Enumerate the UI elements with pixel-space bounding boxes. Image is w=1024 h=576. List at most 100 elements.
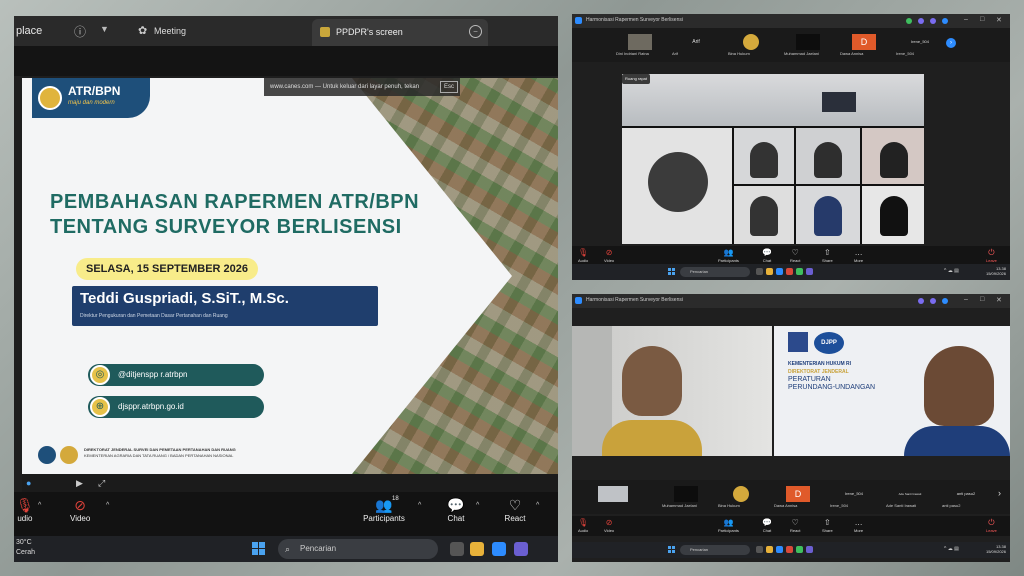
next-page-icon[interactable]: › <box>998 488 1001 498</box>
zoom-app-icon[interactable] <box>492 542 506 556</box>
share-button[interactable]: ⇧ Share <box>822 518 833 533</box>
windows-start-icon[interactable] <box>668 268 676 276</box>
video-options-caret[interactable]: ^ <box>106 502 109 509</box>
thumbnail-tile[interactable]: Muhammad Jaelani <box>780 34 830 56</box>
participants-button[interactable]: 👥 Participants <box>718 248 739 263</box>
maximize-icon[interactable]: □ <box>980 296 984 303</box>
playback-dot-icon[interactable]: ● <box>26 478 31 488</box>
video-button[interactable]: ⊘ Video <box>70 496 90 523</box>
thumbnail-tile[interactable]: Ade Santi Irawati Ade Santi Irawati <box>882 486 932 508</box>
thumbnail-tile[interactable]: Bina Hukum <box>724 34 774 56</box>
chevron-down-icon[interactable]: ▼ <box>100 24 109 34</box>
thumbnail-tile[interactable]: Arif Arif <box>668 34 718 56</box>
audio-button[interactable]: 🎙 Audio <box>578 518 588 533</box>
react-button[interactable]: ♡ React <box>790 518 800 533</box>
video-progress[interactable]: ● ▶ ⤢ <box>22 474 558 492</box>
room-video-tile[interactable]: Ruang rapat <box>622 74 924 126</box>
tab-shared-screen[interactable]: PPDPR's screen − <box>312 19 488 46</box>
chrome-app-icon[interactable] <box>786 268 793 275</box>
apps-icon[interactable] <box>930 18 936 24</box>
speaker-video-tile-left[interactable] <box>572 326 772 456</box>
more-button[interactable]: … More <box>854 518 863 533</box>
weather-widget[interactable]: 30°C Cerah <box>16 538 35 558</box>
taskbar-search-input[interactable]: Pencarian <box>680 267 750 277</box>
video-tile[interactable] <box>734 128 794 184</box>
video-button[interactable]: ⊘ Video <box>604 248 614 263</box>
chat-options-caret[interactable]: ^ <box>476 502 479 509</box>
video-tile[interactable] <box>796 186 860 244</box>
more-button[interactable]: … More <box>854 248 863 263</box>
thumbnail-tile[interactable]: anti pasu2 anti pasu2 <box>938 486 988 508</box>
participants-options-caret[interactable]: ^ <box>418 502 421 509</box>
ai-companion-icon[interactable] <box>918 18 924 24</box>
task-view-icon[interactable] <box>450 542 464 556</box>
close-icon[interactable]: ✕ <box>996 16 1002 24</box>
chat-button[interactable]: 💬 Chat <box>762 518 772 533</box>
speaker-video-tile-right[interactable]: DJPP KEMENTERIAN HUKUM RI DIREKTORAT JEN… <box>774 326 1010 456</box>
share-button[interactable]: ⇧ Share <box>822 248 833 263</box>
whatsapp-app-icon[interactable] <box>796 546 803 553</box>
react-button[interactable]: ♡ React <box>790 248 800 263</box>
whatsapp-app-icon[interactable] <box>796 268 803 275</box>
apps-icon[interactable] <box>930 298 936 304</box>
thumbnail-tile[interactable]: Dini Indriani Ratna <box>612 34 662 56</box>
file-explorer-icon[interactable] <box>766 546 773 553</box>
video-button[interactable]: ⊘ Video <box>604 518 614 533</box>
ai-companion-icon[interactable] <box>918 298 924 304</box>
expand-icon[interactable]: ⤢ <box>98 478 105 489</box>
thumbnail-tile[interactable]: D Dawa Annisa <box>770 486 820 508</box>
system-tray-icons[interactable]: ^ ☁ ▤ <box>944 268 959 274</box>
chrome-app-icon[interactable] <box>786 546 793 553</box>
task-view-icon[interactable] <box>756 546 763 553</box>
tab-meeting[interactable]: Meeting <box>154 26 186 36</box>
windows-start-icon[interactable] <box>668 546 676 554</box>
audio-options-caret[interactable]: ^ <box>38 502 41 509</box>
thumbnail-tile[interactable] <box>598 486 648 508</box>
close-icon[interactable]: − <box>469 25 482 38</box>
chat-button[interactable]: 💬 Chat <box>442 496 470 523</box>
thumbnail-tile[interactable]: Bina Hukum <box>714 486 764 508</box>
minimize-icon[interactable]: – <box>964 16 968 23</box>
audio-label: udio <box>17 514 33 523</box>
close-icon[interactable]: ✕ <box>996 296 1002 304</box>
system-tray-icons[interactable]: ^ ☁ ▤ <box>944 546 959 552</box>
react-button[interactable]: ♡ React <box>500 496 530 523</box>
video-tile[interactable] <box>862 186 924 244</box>
thumbnail-tile[interactable]: Irene_504 Irene_504 <box>826 486 876 508</box>
participants-button[interactable]: 👥 Participants <box>718 518 739 533</box>
play-icon[interactable]: ▶ <box>76 478 83 489</box>
video-tile[interactable] <box>734 186 794 244</box>
teams-app-icon[interactable] <box>514 542 528 556</box>
teams-app-icon[interactable] <box>806 268 813 275</box>
video-tile[interactable] <box>796 128 860 184</box>
thumbnail-tile[interactable]: Irene_504 Irene_504 <box>892 34 942 56</box>
zoom-app-icon[interactable] <box>776 268 783 275</box>
leave-button[interactable]: ⏻ Leave <box>986 248 997 263</box>
audio-button[interactable]: 🎙 udio <box>16 496 34 523</box>
taskbar-clock[interactable]: 13.38 15/09/2026 <box>976 266 1006 276</box>
taskbar-clock[interactable]: 13.38 15/09/2026 <box>976 544 1006 554</box>
audio-button[interactable]: 🎙 Audio <box>578 248 588 263</box>
participants-button[interactable]: 👥 18 Participants <box>354 496 414 523</box>
info-icon[interactable] <box>942 18 948 24</box>
file-explorer-icon[interactable] <box>766 268 773 275</box>
maximize-icon[interactable]: □ <box>980 16 984 23</box>
next-page-icon[interactable]: › <box>946 38 956 48</box>
task-view-icon[interactable] <box>756 268 763 275</box>
info-icon[interactable] <box>942 298 948 304</box>
leave-button[interactable]: ⏻ Leave <box>986 518 997 533</box>
minimize-icon[interactable]: – <box>964 296 968 303</box>
taskbar-search-input[interactable]: ⌕ Pencarian <box>278 539 438 559</box>
video-tile[interactable] <box>862 128 924 184</box>
video-tile[interactable] <box>622 128 732 244</box>
teams-app-icon[interactable] <box>806 546 813 553</box>
info-icon[interactable]: ⓘ <box>74 23 86 40</box>
taskbar-search-input[interactable]: Pencarian <box>680 545 750 555</box>
chat-button[interactable]: 💬 Chat <box>762 248 772 263</box>
thumbnail-tile[interactable]: D Dawa Annisa <box>836 34 886 56</box>
windows-start-icon[interactable] <box>252 542 266 556</box>
zoom-app-icon[interactable] <box>776 546 783 553</box>
file-explorer-icon[interactable] <box>470 542 484 556</box>
react-options-caret[interactable]: ^ <box>536 502 539 509</box>
thumbnail-tile[interactable]: Muhammad Jaelani <box>658 486 708 508</box>
